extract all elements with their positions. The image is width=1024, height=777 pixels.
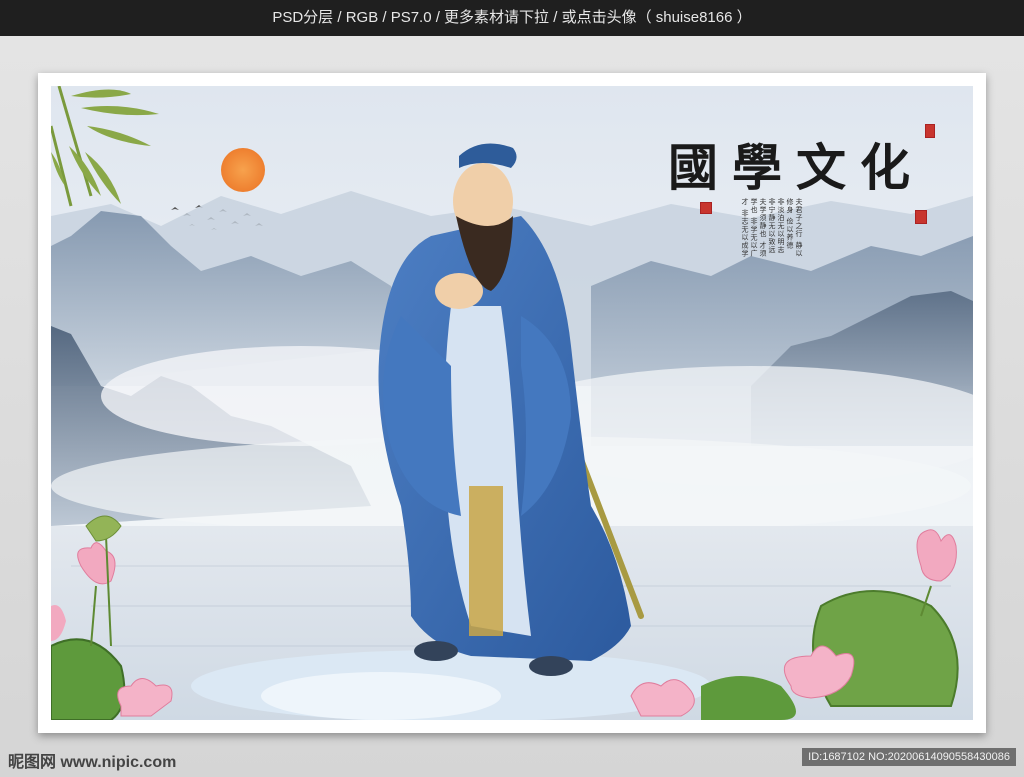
red-seal-left bbox=[700, 202, 712, 214]
poem-line: 俭以养德 bbox=[786, 217, 794, 250]
sun bbox=[221, 148, 265, 192]
top-info-text: PSD分层 / RGB / PS7.0 / 更多素材请下拉 / 或点击头像（ s… bbox=[272, 9, 752, 26]
poster-title: 國學文化 bbox=[668, 138, 924, 197]
poem-line: 非淡泊无以明志 bbox=[777, 198, 785, 254]
red-seal-right bbox=[915, 210, 927, 224]
image-id-badge: ID:1687102 NO:20200614090558430086 bbox=[802, 748, 1016, 766]
poem-line: 非志无以成学 bbox=[741, 209, 749, 258]
cloud-puff bbox=[261, 672, 501, 720]
top-info-bar: PSD分层 / RGB / PS7.0 / 更多素材请下拉 / 或点击头像（ s… bbox=[0, 0, 1024, 36]
poem-text: 夫君子之行 静以修身 俭以养德 非淡泊无以明志 非宁静无以致远 夫学须静也 才须… bbox=[740, 198, 803, 258]
site-logo[interactable]: 昵图网 www.nipic.com bbox=[8, 748, 176, 772]
poem-line: 夫学须静也 bbox=[759, 198, 767, 238]
poem-line: 夫君子之行 bbox=[795, 198, 803, 238]
poem-line: 非宁静无以致远 bbox=[768, 198, 776, 254]
